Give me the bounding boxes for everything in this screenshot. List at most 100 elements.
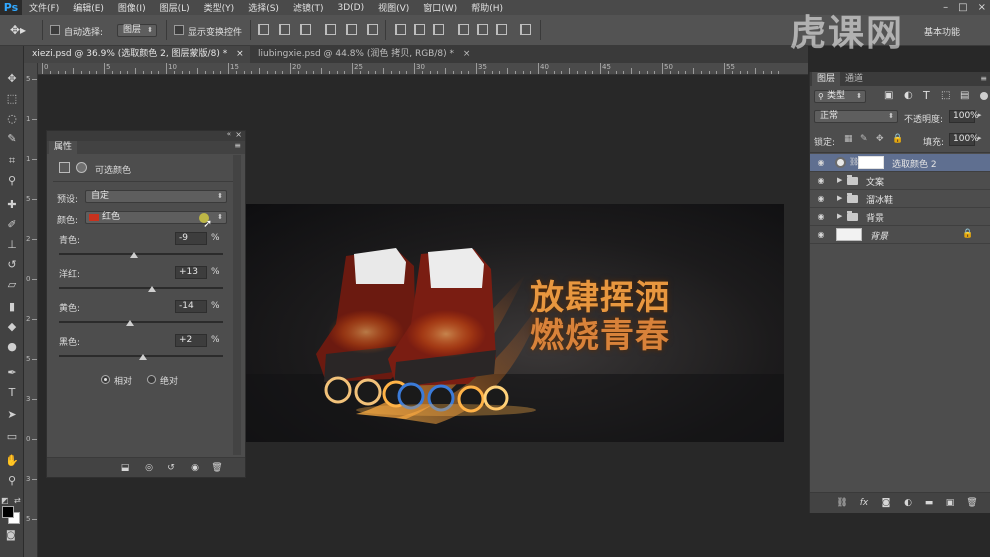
layer-style-icon[interactable]: fx bbox=[858, 498, 870, 508]
clip-to-layer-icon[interactable]: ⬓ bbox=[119, 463, 131, 473]
layer-row-selective-color[interactable]: ◉ ⛓ 选取颜色 2 bbox=[810, 154, 990, 172]
radio-absolute[interactable] bbox=[147, 375, 156, 384]
menu-edit[interactable]: 编辑(E) bbox=[66, 1, 111, 14]
gradient-tool-icon[interactable]: ▮ bbox=[5, 300, 19, 314]
new-layer-icon[interactable]: ▣ bbox=[944, 498, 956, 508]
show-transform-checkbox[interactable] bbox=[174, 25, 184, 35]
visibility-eye-icon[interactable]: ◉ bbox=[816, 176, 826, 185]
view-previous-icon[interactable]: ◎ bbox=[143, 463, 155, 473]
menu-3d[interactable]: 3D(D) bbox=[330, 3, 371, 13]
new-adjustment-icon[interactable]: ◐ bbox=[902, 498, 914, 508]
visibility-eye-icon[interactable]: ◉ bbox=[816, 212, 826, 221]
minimize-icon[interactable]: – bbox=[943, 2, 948, 13]
type-tool-icon[interactable]: T bbox=[5, 386, 19, 400]
tab-channels[interactable]: 通道 bbox=[840, 72, 868, 86]
close-icon[interactable]: × bbox=[978, 2, 986, 13]
menu-help[interactable]: 帮助(H) bbox=[464, 1, 510, 14]
visibility-eye-icon[interactable]: ◉ bbox=[816, 194, 826, 203]
align-right-icon[interactable] bbox=[367, 24, 378, 35]
panel-close-icon[interactable]: × bbox=[235, 130, 242, 139]
radio-relative[interactable] bbox=[101, 375, 110, 384]
pen-tool-icon[interactable]: ✒ bbox=[5, 366, 19, 380]
menu-window[interactable]: 窗口(W) bbox=[416, 1, 464, 14]
slider-track-cyan[interactable] bbox=[59, 253, 223, 255]
document-tab-liubingxie[interactable]: liubingxie.psd @ 44.8% (润色 拷贝, RGB/8) * … bbox=[250, 46, 474, 63]
layer-row-group-background[interactable]: ◉ ▶ 背景 bbox=[810, 208, 990, 226]
filter-shape-icon[interactable]: ⬚ bbox=[941, 90, 950, 101]
menu-filter[interactable]: 滤镜(T) bbox=[286, 1, 331, 14]
blend-mode-dropdown[interactable]: 正常 ⬍ bbox=[814, 110, 898, 123]
expand-arrow-icon[interactable]: ▶ bbox=[837, 212, 842, 220]
panel-menu-icon[interactable]: ≡ bbox=[980, 74, 987, 83]
zoom-tool-icon[interactable]: ⚲ bbox=[5, 474, 19, 488]
quick-mask-icon[interactable]: ◙ bbox=[6, 530, 16, 541]
panel-scrollbar[interactable] bbox=[233, 155, 241, 455]
delete-layer-icon[interactable]: 🗑 bbox=[966, 498, 978, 508]
shape-tool-icon[interactable]: ▭ bbox=[5, 430, 19, 444]
new-group-icon[interactable]: ▬ bbox=[923, 498, 935, 508]
eraser-tool-icon[interactable]: ▱ bbox=[5, 278, 19, 292]
lock-pixels-icon[interactable]: ✎ bbox=[860, 134, 868, 144]
link-layers-icon[interactable]: ⛓ bbox=[836, 498, 848, 508]
auto-align-icon[interactable] bbox=[520, 24, 531, 35]
blur-tool-icon[interactable]: ◆ bbox=[5, 320, 19, 334]
default-colors-icon[interactable]: ◩ bbox=[1, 496, 9, 505]
clone-stamp-tool-icon[interactable]: ⊥ bbox=[5, 238, 19, 252]
mask-icon[interactable] bbox=[76, 162, 87, 173]
align-top-icon[interactable] bbox=[258, 24, 269, 35]
lock-transparent-icon[interactable]: ▦ bbox=[844, 134, 853, 144]
path-select-tool-icon[interactable]: ➤ bbox=[5, 408, 19, 422]
slider-thumb-black[interactable] bbox=[138, 354, 147, 360]
brush-tool-icon[interactable]: ✐ bbox=[5, 218, 19, 232]
quick-select-tool-icon[interactable]: ✎ bbox=[5, 132, 19, 146]
opacity-input[interactable]: 100% bbox=[949, 110, 979, 123]
crop-tool-icon[interactable]: ⌗ bbox=[5, 154, 19, 168]
tab-close-icon[interactable]: × bbox=[463, 49, 471, 59]
visibility-eye-icon[interactable]: ◉ bbox=[816, 158, 826, 167]
slider-thumb-yellow[interactable] bbox=[125, 320, 134, 326]
distribute-right-icon[interactable] bbox=[496, 24, 507, 35]
align-hcenter-icon[interactable] bbox=[346, 24, 357, 35]
tab-layers[interactable]: 图层 bbox=[812, 72, 841, 86]
menu-layer[interactable]: 图层(L) bbox=[153, 1, 197, 14]
reset-icon[interactable]: ↺ bbox=[165, 463, 177, 473]
distribute-vcenter-icon[interactable] bbox=[414, 24, 425, 35]
eyedropper-tool-icon[interactable]: ⚲ bbox=[5, 174, 19, 188]
tab-close-icon[interactable]: × bbox=[236, 49, 244, 59]
dodge-tool-icon[interactable]: ● bbox=[5, 340, 19, 354]
slider-track-yellow[interactable] bbox=[59, 321, 223, 323]
layer-row-group-skates[interactable]: ◉ ▶ 溜冰鞋 bbox=[810, 190, 990, 208]
opacity-arrow-icon[interactable]: ▸ bbox=[978, 111, 982, 119]
menu-file[interactable]: 文件(F) bbox=[22, 1, 66, 14]
lasso-tool-icon[interactable]: ◌ bbox=[5, 112, 19, 126]
lock-position-icon[interactable]: ✥ bbox=[876, 134, 884, 144]
auto-select-checkbox[interactable] bbox=[50, 25, 60, 35]
fill-arrow-icon[interactable]: ▸ bbox=[978, 134, 982, 142]
align-bottom-icon[interactable] bbox=[300, 24, 311, 35]
menu-view[interactable]: 视图(V) bbox=[371, 1, 416, 14]
move-tool-icon[interactable]: ✥ bbox=[5, 72, 19, 86]
value-input-cyan[interactable]: -9 bbox=[175, 232, 207, 245]
distribute-hcenter-icon[interactable] bbox=[477, 24, 488, 35]
value-input-black[interactable]: +2 bbox=[175, 334, 207, 347]
foreground-color-swatch[interactable] bbox=[2, 506, 14, 518]
banner-image[interactable]: 放肆挥洒 燃烧青春 bbox=[246, 204, 784, 442]
distribute-top-icon[interactable] bbox=[395, 24, 406, 35]
filter-adjustment-icon[interactable]: ◐ bbox=[904, 90, 913, 101]
filter-pixel-icon[interactable]: ▣ bbox=[884, 90, 893, 101]
distribute-bottom-icon[interactable] bbox=[433, 24, 444, 35]
layer-row-group-copy[interactable]: ◉ ▶ 文案 bbox=[810, 172, 990, 190]
distribute-left-icon[interactable] bbox=[458, 24, 469, 35]
marquee-tool-icon[interactable]: ⬚ bbox=[5, 92, 19, 106]
filter-toggle-icon[interactable] bbox=[980, 92, 988, 100]
fill-input[interactable]: 100% bbox=[949, 133, 979, 146]
lock-all-icon[interactable]: 🔒 bbox=[892, 134, 903, 144]
align-vcenter-icon[interactable] bbox=[279, 24, 290, 35]
swap-colors-icon[interactable]: ⇄ bbox=[14, 496, 21, 505]
slider-track-magenta[interactable] bbox=[59, 287, 223, 289]
value-input-yellow[interactable]: -14 bbox=[175, 300, 207, 313]
layer-mask-thumbnail[interactable] bbox=[858, 156, 884, 169]
expand-arrow-icon[interactable]: ▶ bbox=[837, 176, 842, 184]
visibility-eye-icon[interactable]: ◉ bbox=[189, 463, 201, 473]
slider-thumb-magenta[interactable] bbox=[147, 286, 156, 292]
